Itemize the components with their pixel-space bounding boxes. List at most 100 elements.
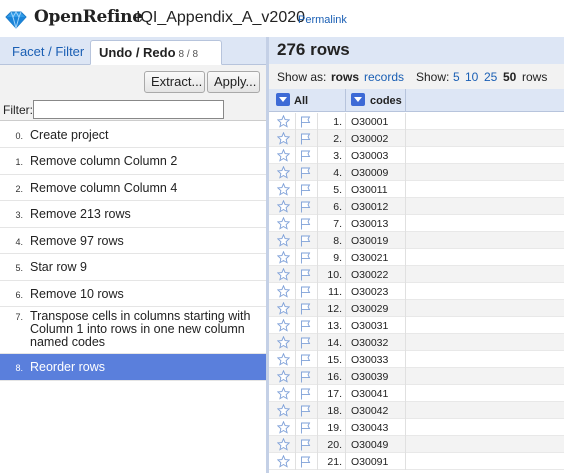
project-title[interactable]: IQI_Appendix_A_v2020 — [136, 9, 305, 27]
flag-icon[interactable] — [300, 269, 311, 284]
codes-cell[interactable]: O30033 — [351, 354, 388, 366]
cell-divider — [295, 351, 296, 368]
flag-icon[interactable] — [300, 405, 311, 420]
page-size-10[interactable]: 10 — [465, 70, 478, 84]
star-icon[interactable] — [276, 182, 291, 199]
star-icon[interactable] — [276, 386, 291, 403]
codes-cell[interactable]: O30012 — [351, 201, 388, 213]
codes-cell[interactable]: O30049 — [351, 439, 388, 451]
star-icon[interactable] — [276, 301, 291, 318]
history-item[interactable]: 7. Transpose cells in columns starting wi… — [0, 307, 266, 354]
page-size-5[interactable]: 5 — [453, 70, 460, 84]
star-icon[interactable] — [276, 199, 291, 216]
flag-icon[interactable] — [300, 184, 311, 199]
codes-cell[interactable]: O30032 — [351, 337, 388, 349]
row-index: 13. — [327, 320, 342, 332]
flag-icon[interactable] — [300, 456, 311, 471]
star-icon[interactable] — [276, 420, 291, 437]
star-icon[interactable] — [276, 284, 291, 301]
brand-logo[interactable]: OpenRefine — [34, 7, 143, 27]
star-icon[interactable] — [276, 403, 291, 420]
extract-button[interactable]: Extract... — [144, 71, 205, 93]
star-icon[interactable] — [276, 454, 291, 471]
flag-icon[interactable] — [300, 320, 311, 335]
cell-divider — [405, 419, 406, 436]
flag-icon[interactable] — [300, 303, 311, 318]
codes-cell[interactable]: O30039 — [351, 371, 388, 383]
history-item[interactable]: 4. Remove 97 rows — [0, 228, 266, 254]
history-item[interactable]: 1. Remove column Column 2 — [0, 148, 266, 175]
codes-column-dropdown-icon[interactable] — [351, 93, 365, 106]
filter-input[interactable] — [33, 100, 224, 119]
cell-divider — [345, 385, 346, 402]
star-icon[interactable] — [276, 369, 291, 386]
cell-divider — [345, 436, 346, 453]
codes-cell[interactable]: O30023 — [351, 286, 388, 298]
flag-icon[interactable] — [300, 167, 311, 182]
star-icon[interactable] — [276, 250, 291, 267]
tab-facet-filter[interactable]: Facet / Filter — [4, 40, 92, 65]
star-icon[interactable] — [276, 165, 291, 182]
flag-icon[interactable] — [300, 116, 311, 131]
flag-icon[interactable] — [300, 337, 311, 352]
flag-icon[interactable] — [300, 235, 311, 250]
flag-icon[interactable] — [300, 218, 311, 233]
star-icon[interactable] — [276, 114, 291, 131]
star-icon[interactable] — [276, 148, 291, 165]
table-row: 20. O30049 — [269, 436, 564, 453]
history-item[interactable]: 3. Remove 213 rows — [0, 201, 266, 228]
star-icon[interactable] — [276, 352, 291, 369]
cell-divider — [295, 147, 296, 164]
codes-cell[interactable]: O30019 — [351, 235, 388, 247]
star-icon[interactable] — [276, 318, 291, 335]
star-icon[interactable] — [276, 216, 291, 233]
codes-cell[interactable]: O30041 — [351, 388, 388, 400]
apply-button[interactable]: Apply... — [207, 71, 260, 93]
flag-icon[interactable] — [300, 252, 311, 267]
page-size-50[interactable]: 50 — [503, 70, 516, 84]
codes-cell[interactable]: O30043 — [351, 422, 388, 434]
history-item[interactable]: 2. Remove column Column 4 — [0, 175, 266, 201]
tab-undo-redo[interactable]: Undo / Redo 8 / 8 — [90, 40, 222, 65]
star-icon[interactable] — [276, 267, 291, 284]
page-size-25[interactable]: 25 — [484, 70, 497, 84]
codes-cell[interactable]: O30022 — [351, 269, 388, 281]
permalink-link[interactable]: Permalink — [298, 14, 347, 26]
codes-cell[interactable]: O30011 — [351, 184, 388, 196]
codes-cell[interactable]: O30003 — [351, 150, 388, 162]
codes-cell[interactable]: O30029 — [351, 303, 388, 315]
cell-divider — [295, 215, 296, 232]
flag-icon[interactable] — [300, 150, 311, 165]
cell-divider — [405, 147, 406, 164]
codes-cell[interactable]: O30001 — [351, 116, 388, 128]
all-column-dropdown-icon[interactable] — [276, 93, 290, 106]
star-icon[interactable] — [276, 437, 291, 454]
flag-icon[interactable] — [300, 286, 311, 301]
codes-cell[interactable]: O30002 — [351, 133, 388, 145]
flag-icon[interactable] — [300, 388, 311, 403]
row-index: 8. — [333, 235, 342, 247]
records-mode-option[interactable]: records — [364, 70, 404, 84]
flag-icon[interactable] — [300, 201, 311, 216]
codes-cell[interactable]: O30042 — [351, 405, 388, 417]
history-item[interactable]: 5. Star row 9 — [0, 254, 266, 281]
cell-divider — [345, 419, 346, 436]
flag-icon[interactable] — [300, 439, 311, 454]
diamond-icon[interactable] — [5, 11, 27, 32]
history-item[interactable]: 8. Reorder rows — [0, 354, 266, 381]
flag-icon[interactable] — [300, 133, 311, 148]
star-icon[interactable] — [276, 335, 291, 352]
history-item[interactable]: 0. Create project — [0, 122, 266, 148]
star-icon[interactable] — [276, 131, 291, 148]
rows-mode-option[interactable]: rows — [331, 70, 359, 84]
star-icon[interactable] — [276, 233, 291, 250]
flag-icon[interactable] — [300, 371, 311, 386]
flag-icon[interactable] — [300, 354, 311, 369]
codes-cell[interactable]: O30009 — [351, 167, 388, 179]
codes-cell[interactable]: O30091 — [351, 456, 388, 468]
flag-icon[interactable] — [300, 422, 311, 437]
history-item[interactable]: 6. Remove 10 rows — [0, 281, 266, 307]
codes-cell[interactable]: O30021 — [351, 252, 388, 264]
codes-cell[interactable]: O30031 — [351, 320, 388, 332]
codes-cell[interactable]: O30013 — [351, 218, 388, 230]
